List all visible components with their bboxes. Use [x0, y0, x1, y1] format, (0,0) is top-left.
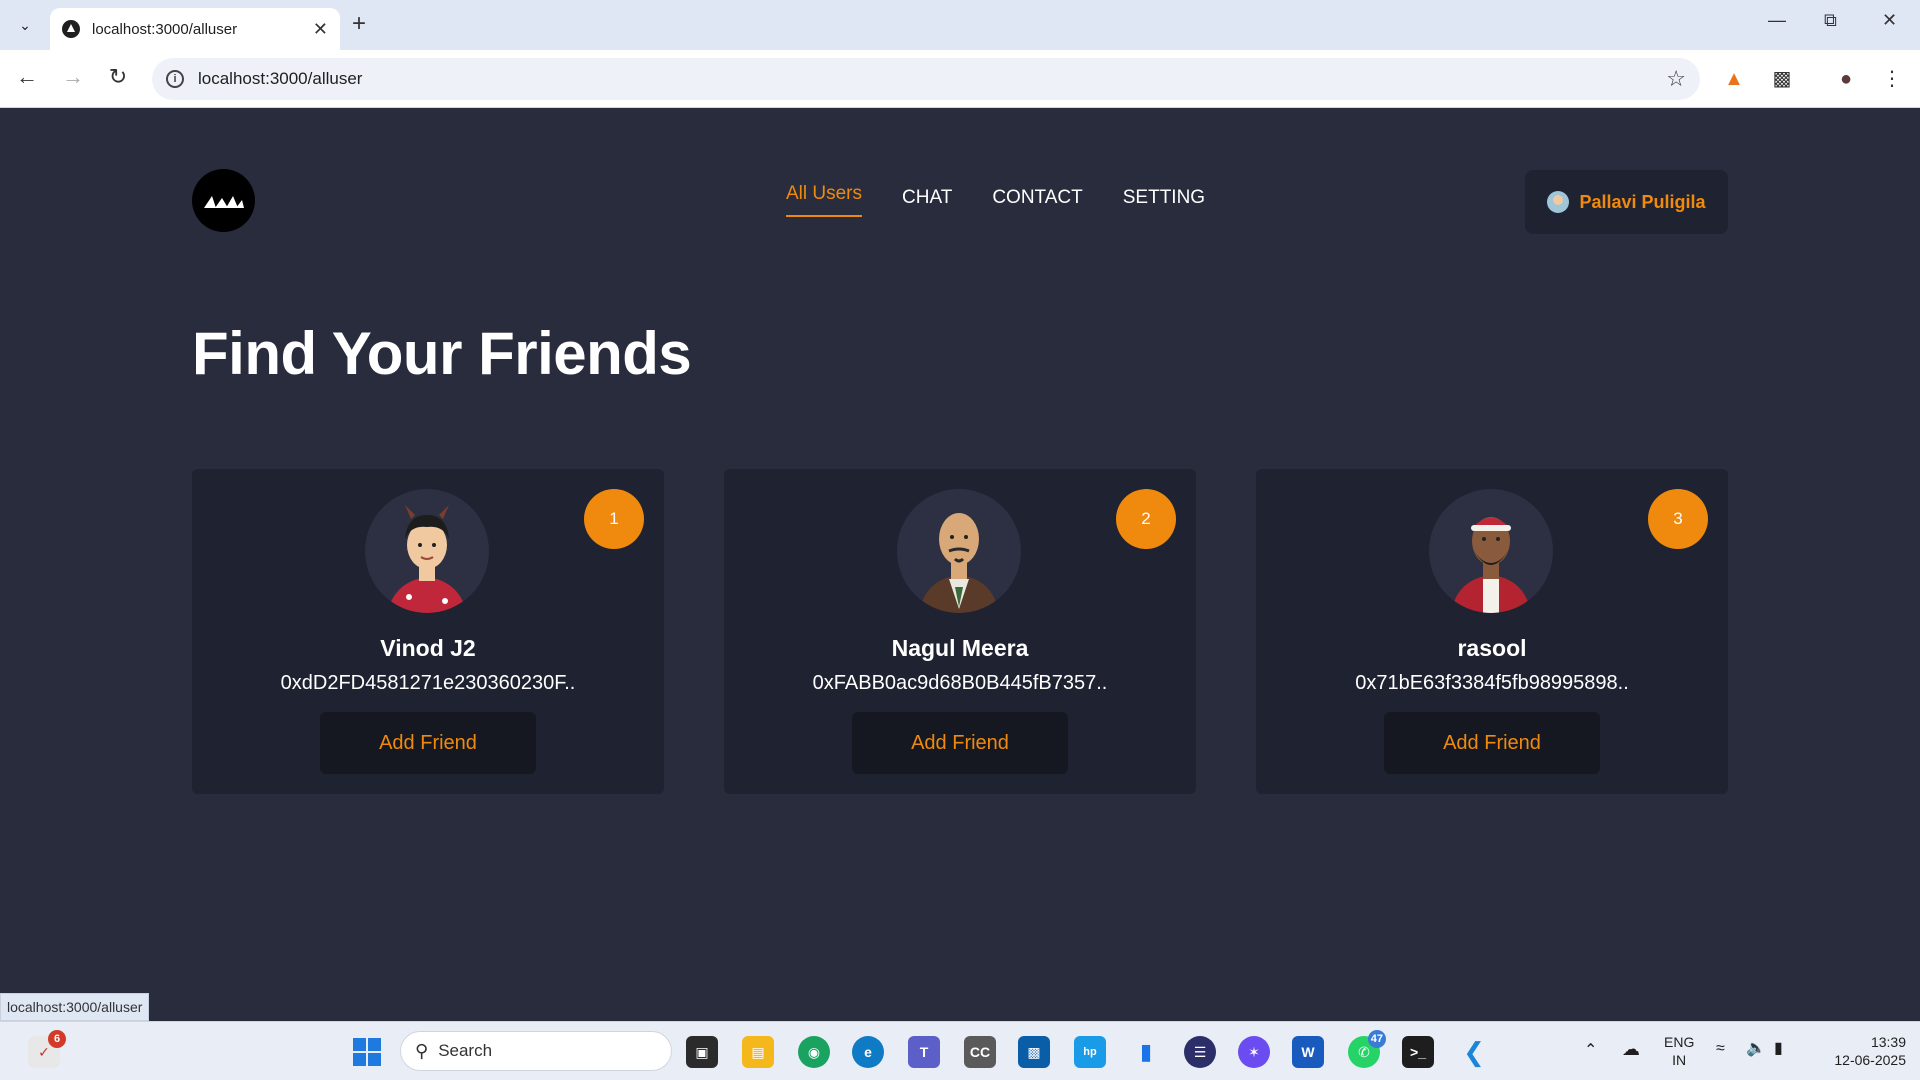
vscode-icon[interactable]: ❮	[1458, 1036, 1490, 1068]
terminal-icon[interactable]: >_	[1402, 1036, 1434, 1068]
language-indicator[interactable]: ENG IN	[1664, 1033, 1694, 1069]
tab-close-icon[interactable]: ✕	[313, 19, 328, 40]
metamask-extension-icon[interactable]: ▲	[1720, 65, 1748, 93]
chrome-icon[interactable]: ◉	[798, 1036, 830, 1068]
page-content: All Users CHAT CONTACT SETTING Pallavi P…	[0, 109, 1920, 1021]
file-explorer-icon[interactable]: ▤	[742, 1036, 774, 1068]
battery-icon[interactable]: ▮	[1774, 1040, 1783, 1058]
tray-chevron-up-icon[interactable]: ⌃	[1584, 1042, 1597, 1060]
close-window-icon[interactable]: ✕	[1882, 10, 1897, 31]
extensions-puzzle-icon[interactable]: ▩	[1768, 65, 1796, 93]
whatsapp-icon[interactable]: ✆ 47	[1348, 1030, 1386, 1068]
logo-mark-icon	[203, 195, 244, 208]
browser-tab-bar: ⌄ localhost:3000/alluser ✕ + — ⧉ ✕	[0, 0, 1920, 50]
back-icon[interactable]: ←	[12, 64, 42, 90]
add-friend-button[interactable]: Add Friend	[1384, 712, 1600, 774]
copilot-icon[interactable]: ✶	[1238, 1036, 1270, 1068]
page-title: Find Your Friends	[192, 320, 692, 387]
main-nav: All Users CHAT CONTACT SETTING	[786, 183, 1205, 217]
taskbar-search-text: Search	[438, 1041, 493, 1060]
card-user-name: Nagul Meera	[891, 635, 1029, 661]
edge-icon[interactable]: e	[852, 1036, 884, 1068]
add-friend-button[interactable]: Add Friend	[852, 712, 1068, 774]
site-info-icon[interactable]: i	[166, 70, 184, 88]
site-logo[interactable]	[192, 169, 255, 232]
restore-icon[interactable]: ⧉	[1824, 10, 1837, 31]
charts-app-icon[interactable]: ▮	[1130, 1036, 1162, 1068]
card-wallet-address: 0x71bE63f3384f5fb98995898..	[1355, 672, 1629, 694]
word-icon[interactable]: W	[1292, 1036, 1324, 1068]
nav-chat[interactable]: CHAT	[902, 187, 952, 217]
clock-date: 12-06-2025	[1834, 1052, 1906, 1068]
user-card: 2 Nagul Meera 0xFABB0ac9d68B0B445fB7357.…	[724, 469, 1196, 794]
teams-icon[interactable]: T	[908, 1036, 940, 1068]
volume-icon[interactable]: 🔈	[1746, 1040, 1766, 1058]
card-wallet-address: 0xdD2FD4581271e230360230F..	[280, 672, 576, 694]
avatar-bald-man-icon	[897, 489, 1021, 613]
card-index-badge: 3	[1648, 489, 1708, 549]
avatar-red-sweater-icon	[365, 489, 489, 613]
address-bar[interactable]: i localhost:3000/alluser ☆	[152, 58, 1700, 100]
account-name: Pallavi Puligila	[1579, 191, 1706, 212]
card-user-name: Vinod J2	[380, 635, 476, 661]
myhp-icon[interactable]: hp	[1074, 1036, 1106, 1068]
card-index-badge: 1	[584, 489, 644, 549]
new-tab-button[interactable]: +	[352, 10, 366, 38]
user-card: 3 rasool 0x71bE63f3384f5fb98995898.. Add…	[1256, 469, 1728, 794]
card-index-badge: 2	[1116, 489, 1176, 549]
nav-contact[interactable]: CONTACT	[992, 187, 1082, 217]
language-code: ENG	[1664, 1034, 1695, 1050]
task-view-icon[interactable]: ▣	[686, 1036, 718, 1068]
cc-app-icon[interactable]: CC	[964, 1036, 996, 1068]
tab-search-chevron-icon[interactable]: ⌄	[10, 10, 40, 40]
wifi-icon[interactable]: ≈	[1716, 1040, 1725, 1058]
taskbar: ✓ 6 ⚲ Search ▣ ▤ ◉ e T CC ▩ hp ▮ ☰ ✶ W ✆ 4…	[0, 1021, 1920, 1080]
browser-toolbar: ← → ↻ i localhost:3000/alluser ☆ ▲ ▩ ● ⋮	[0, 50, 1920, 108]
taskbar-search[interactable]: ⚲ Search	[400, 1031, 672, 1071]
windows-start-icon[interactable]	[351, 1036, 383, 1068]
profile-avatar-icon[interactable]: ●	[1832, 65, 1860, 93]
notification-count-badge: 6	[48, 1030, 66, 1048]
forward-icon[interactable]: →	[58, 64, 88, 90]
card-wallet-address: 0xFABB0ac9d68B0B445fB7357..	[812, 672, 1108, 694]
account-button[interactable]: Pallavi Puligila	[1525, 170, 1728, 234]
eclipse-icon[interactable]: ☰	[1184, 1036, 1216, 1068]
search-icon: ⚲	[415, 1040, 429, 1061]
region-code: IN	[1672, 1052, 1687, 1068]
nav-all-users[interactable]: All Users	[786, 183, 863, 217]
notification-tray-icon[interactable]: ✓ 6	[28, 1030, 66, 1068]
url-text[interactable]: localhost:3000/alluser	[198, 69, 362, 89]
avatar-bearded-santa-hat-icon	[1429, 489, 1553, 613]
bookmark-star-icon[interactable]: ☆	[1666, 66, 1686, 92]
browser-tab[interactable]: localhost:3000/alluser ✕	[50, 8, 340, 50]
user-card: 1 Vinod J2 0xdD2FD4581271e230360230F.. A…	[192, 469, 664, 794]
reload-icon[interactable]: ↻	[103, 64, 133, 90]
card-user-name: rasool	[1457, 635, 1527, 661]
tab-title: localhost:3000/alluser	[92, 20, 238, 38]
add-friend-button[interactable]: Add Friend	[320, 712, 536, 774]
whatsapp-count-badge: 47	[1367, 1030, 1386, 1048]
minimize-icon[interactable]: —	[1768, 10, 1786, 31]
tab-favicon-icon	[62, 20, 80, 38]
clock-time: 13:39	[1870, 1034, 1906, 1050]
clock[interactable]: 13:39 12-06-2025	[1816, 1033, 1906, 1069]
account-avatar	[1547, 191, 1570, 213]
microsoft-store-icon[interactable]: ▩	[1018, 1036, 1050, 1068]
link-status-tooltip: localhost:3000/alluser	[0, 993, 150, 1021]
browser-menu-icon[interactable]: ⋮	[1878, 65, 1906, 93]
nav-setting[interactable]: SETTING	[1123, 187, 1205, 217]
onedrive-cloud-icon[interactable]: ☁	[1622, 1040, 1640, 1058]
